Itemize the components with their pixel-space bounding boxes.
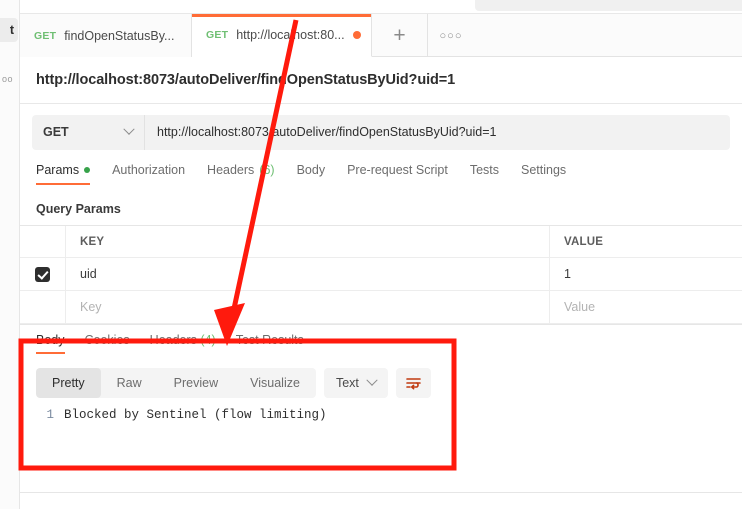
left-sidebar-strip: t oo (0, 0, 20, 509)
response-section-tabs: Body Cookies Headers (4) Test Results (20, 333, 742, 359)
chevron-down-icon (123, 123, 135, 135)
header-checkbox-cell (20, 226, 66, 257)
new-tab-button[interactable]: + (372, 14, 428, 57)
tab-tests[interactable]: Tests (470, 163, 499, 185)
column-header-value: VALUE (564, 235, 604, 248)
column-header-key: KEY (80, 235, 105, 248)
tab-options-more-icon[interactable]: ○○○ (428, 14, 474, 57)
row-value-cell[interactable]: Value (550, 291, 742, 323)
table-row[interactable]: uid 1 (20, 258, 742, 291)
tab-title-label: http://localhost:80... (236, 28, 345, 42)
tab-title-label: findOpenStatusBy... (64, 28, 175, 43)
wrap-text-button[interactable] (395, 368, 431, 398)
tab-headers-count: (6) (259, 163, 275, 177)
response-view-mode-group: Pretty Raw Preview Visualize (36, 368, 316, 398)
response-tab-test-results-label: Test Results (235, 333, 304, 347)
tab-body[interactable]: Body (297, 163, 326, 185)
header-key-cell: KEY (66, 226, 550, 257)
postman-app-window: t oo GET findOpenStatusBy... GET http://… (0, 0, 742, 509)
view-mode-pretty[interactable]: Pretty (36, 368, 101, 398)
row-value-placeholder: Value (564, 300, 596, 314)
params-present-dot-icon (84, 167, 91, 173)
tab-params[interactable]: Params (36, 163, 91, 185)
unsaved-changes-dot-icon (352, 31, 361, 39)
request-tab-2[interactable]: GET http://localhost:80... (192, 14, 372, 57)
query-params-title: Query Params (36, 202, 121, 216)
response-tab-cookies-label: Cookies (84, 333, 130, 347)
response-body-content[interactable]: 1 Blocked by Sentinel (flow limiting) (36, 408, 736, 468)
tab-headers-label: Headers (207, 163, 255, 177)
http-method-label: GET (43, 125, 69, 139)
response-tab-test-results[interactable]: Test Results (236, 333, 304, 354)
row-value-cell[interactable]: 1 (550, 258, 742, 290)
tab-authorization[interactable]: Authorization (112, 163, 185, 185)
response-tab-body[interactable]: Body (36, 333, 65, 354)
response-tab-cookies[interactable]: Cookies (85, 333, 130, 354)
tab-settings[interactable]: Settings (521, 163, 566, 185)
tab-pre-request-script[interactable]: Pre-request Script (347, 163, 448, 185)
bottom-divider (20, 492, 742, 493)
tab-body-label: Body (296, 163, 326, 177)
view-mode-raw[interactable]: Raw (101, 368, 158, 398)
row-key-value: uid (80, 267, 97, 281)
view-mode-preview[interactable]: Preview (158, 368, 234, 398)
global-search-input[interactable] (475, 0, 742, 11)
header-value-cell: VALUE (550, 226, 742, 257)
request-tab-strip: GET findOpenStatusBy... GET http://local… (20, 14, 742, 57)
sidebar-collection-chip[interactable]: t (0, 18, 18, 42)
row-enabled-checkbox-cell[interactable] (20, 258, 66, 290)
url-bar: GET http://localhost:8073/autoDeliver/fi… (20, 104, 742, 160)
tab-pre-request-script-label: Pre-request Script (347, 163, 448, 177)
response-tab-headers-count: (4) (200, 333, 216, 347)
request-name-row: http://localhost:8073/autoDeliver/findOp… (20, 57, 742, 104)
chevron-down-icon (366, 374, 378, 386)
url-input[interactable]: http://localhost:8073/autoDeliver/findOp… (144, 114, 730, 150)
tab-method-label: GET (34, 29, 57, 42)
top-bar (20, 0, 742, 14)
request-tab-1[interactable]: GET findOpenStatusBy... (20, 14, 192, 57)
response-body-toolbar: Pretty Raw Preview Visualize Text (36, 368, 431, 398)
table-row[interactable]: Key Value (20, 291, 742, 324)
table-header-row: KEY VALUE (20, 226, 742, 258)
response-pane-divider (20, 324, 742, 325)
view-mode-visualize[interactable]: Visualize (234, 368, 316, 398)
tab-method-label: GET (206, 29, 229, 41)
tab-headers[interactable]: Headers (6) (207, 163, 275, 185)
query-params-table: KEY VALUE uid 1 Key Value (20, 225, 742, 324)
row-enabled-checkbox[interactable] (35, 266, 50, 282)
response-body-text: Blocked by Sentinel (flow limiting) (64, 408, 327, 422)
row-value-value: 1 (564, 267, 571, 281)
request-section-tabs: Params Authorization Headers (6) Body Pr… (20, 163, 742, 193)
response-tab-body-label: Body (36, 333, 65, 347)
tab-settings-label: Settings (521, 163, 567, 177)
response-format-label: Text (335, 376, 359, 390)
wrap-text-icon (406, 377, 421, 389)
row-key-cell[interactable]: Key (66, 291, 550, 323)
response-tab-headers-label: Headers (149, 333, 197, 347)
tab-params-label: Params (36, 163, 80, 177)
tab-tests-label: Tests (469, 163, 499, 177)
line-number: 1 (46, 408, 54, 422)
http-method-select[interactable]: GET (32, 114, 144, 150)
row-key-placeholder: Key (80, 300, 102, 314)
tab-authorization-label: Authorization (112, 163, 186, 177)
response-tab-headers[interactable]: Headers (4) (150, 333, 216, 354)
request-name-label[interactable]: http://localhost:8073/autoDeliver/findOp… (36, 72, 455, 88)
row-enabled-checkbox-cell[interactable] (20, 291, 66, 323)
sidebar-overflow-dots[interactable]: oo (2, 74, 13, 84)
row-key-cell[interactable]: uid (66, 258, 550, 290)
response-format-select[interactable]: Text (323, 368, 388, 398)
